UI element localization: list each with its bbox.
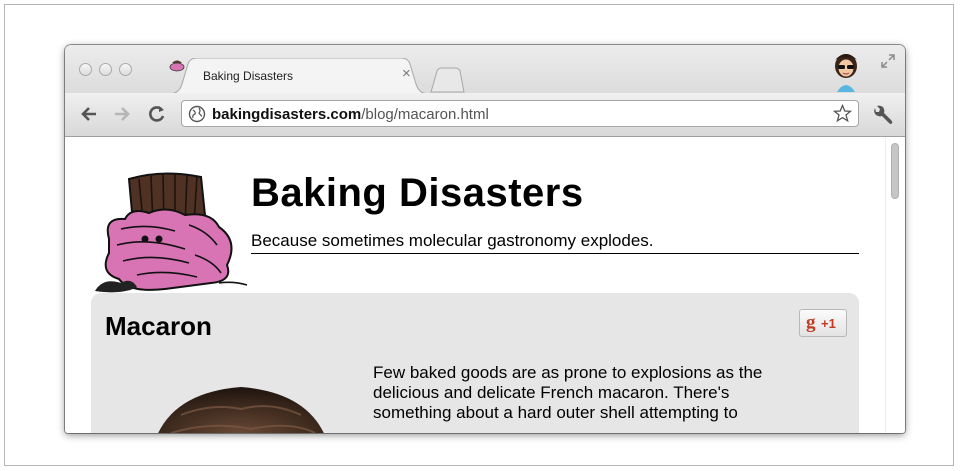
site-title: Baking Disasters bbox=[251, 171, 584, 215]
page-content: Baking Disasters Because sometimes molec… bbox=[65, 137, 905, 433]
google-plus-icon: g bbox=[806, 312, 816, 333]
reload-icon[interactable] bbox=[147, 104, 167, 124]
plus-one-label: +1 bbox=[821, 316, 836, 331]
bookmark-star-icon[interactable] bbox=[833, 104, 852, 123]
fullscreen-icon[interactable] bbox=[880, 53, 896, 69]
post-title: Macaron bbox=[105, 311, 212, 341]
tab-close-icon[interactable]: × bbox=[402, 65, 411, 82]
close-window-button[interactable] bbox=[79, 63, 92, 76]
browser-window: Baking Disasters × bakingdisasters.com/b… bbox=[65, 45, 905, 433]
wrench-icon[interactable] bbox=[871, 104, 893, 126]
new-tab-button[interactable] bbox=[429, 67, 465, 93]
tab-title: Baking Disasters bbox=[203, 69, 294, 83]
post-body-line: delicious and delicate French macaron. T… bbox=[373, 383, 730, 402]
macaron-photo bbox=[158, 387, 324, 433]
avatar[interactable] bbox=[829, 50, 863, 92]
address-bar[interactable]: bakingdisasters.com/blog/macaron.html bbox=[181, 100, 859, 127]
globe-icon bbox=[188, 105, 206, 123]
post-body: Few baked goods are as prone to explosio… bbox=[373, 363, 853, 423]
url-domain: bakingdisasters.com bbox=[212, 106, 362, 123]
toolbar: bakingdisasters.com/blog/macaron.html bbox=[65, 93, 905, 137]
minimize-window-button[interactable] bbox=[99, 63, 112, 76]
post-body-line: something about a hard outer shell attem… bbox=[373, 403, 738, 422]
site-tagline: Because sometimes molecular gastronomy e… bbox=[251, 231, 859, 254]
back-icon[interactable] bbox=[79, 104, 99, 124]
url-path: /blog/macaron.html bbox=[361, 106, 489, 123]
url-text: bakingdisasters.com/blog/macaron.html bbox=[212, 106, 489, 123]
zoom-window-button[interactable] bbox=[119, 63, 132, 76]
title-bar: Baking Disasters × bbox=[65, 45, 905, 94]
post-body-line: Few baked goods are as prone to explosio… bbox=[373, 363, 763, 382]
scrollbar-thumb[interactable] bbox=[891, 143, 899, 199]
forward-icon[interactable] bbox=[112, 104, 132, 124]
post-card: Macaron g +1 Few baked goods are as pron… bbox=[91, 293, 859, 433]
tab-baking-disasters[interactable]: Baking Disasters × bbox=[169, 58, 429, 94]
cupcake-favicon-icon bbox=[169, 60, 185, 72]
cupcake-logo bbox=[95, 172, 248, 293]
google-plus-one-button[interactable]: g +1 bbox=[799, 309, 847, 337]
